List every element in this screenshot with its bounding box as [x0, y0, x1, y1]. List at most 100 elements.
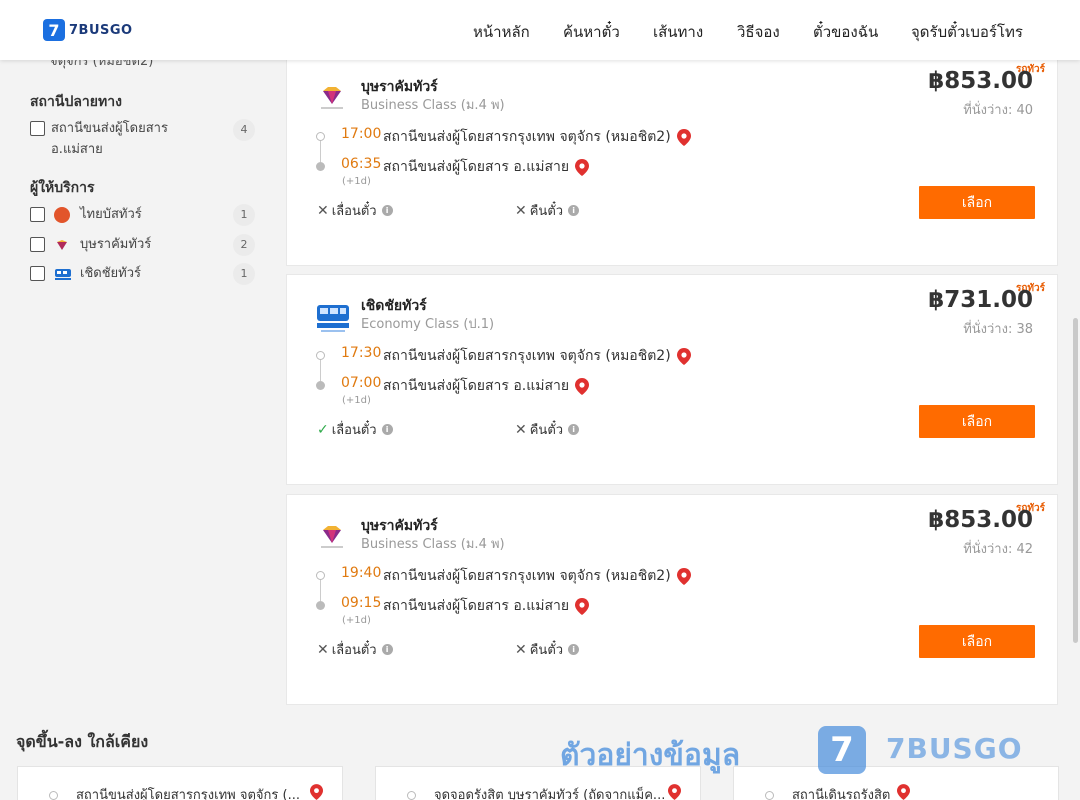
destination-checkbox[interactable] [30, 121, 45, 136]
nav-my-tickets[interactable]: ตั๋วของฉัน [813, 20, 878, 44]
nearby-stop-card[interactable]: สถานีขนส่งผู้โดยสารกรุงเทพ จตุจักร (... [17, 766, 343, 800]
plus-day-label: (+1d) [342, 395, 371, 406]
seats-available: ที่นั่งว่าง: 38 [963, 322, 1033, 337]
operator-count-badge: 1 [233, 263, 255, 285]
refund-label: คืนตั๋ว [529, 204, 564, 219]
cherdchai-logo-icon [54, 266, 71, 282]
arrival-time: 06:35 [341, 156, 382, 172]
operator-filter-title: ผู้ให้บริการ [30, 180, 95, 196]
operator-filter-item[interactable]: เชิดชัยทัวร์ 1 [30, 263, 255, 287]
info-icon[interactable]: i [568, 644, 580, 655]
departure-station-label: สถานีขนส่งผู้โดยสารกรุงเทพ จตุจักร (หมอช… [383, 348, 671, 364]
map-pin-icon[interactable] [310, 784, 323, 800]
info-icon[interactable]: i [381, 644, 393, 655]
trip-price: ฿853.00 [928, 507, 1033, 533]
arrival-station[interactable]: สถานีขนส่งผู้โดยสาร อ.แม่สาย [383, 595, 590, 617]
map-pin-icon[interactable] [575, 597, 590, 615]
info-icon[interactable]: i [381, 424, 393, 435]
page-scrollbar[interactable] [1073, 318, 1078, 643]
info-icon[interactable]: i [568, 205, 580, 216]
nav-ticket-pickup[interactable]: จุดรับตั๋วเบอร์โทร [911, 20, 1023, 44]
departure-dot-icon [316, 571, 325, 580]
map-pin-icon[interactable] [897, 784, 910, 800]
trip-card: รถทัวร์ เชิดชัยทัวร์ Economy Class (ป.1)… [286, 274, 1058, 485]
nearby-stop-label: สถานีขนส่งผู้โดยสารกรุงเทพ จตุจักร (... [76, 788, 300, 800]
trip-price: ฿853.00 [928, 68, 1033, 94]
bus-class: Business Class (ม.4 พ) [361, 98, 505, 113]
operator-checkbox[interactable] [30, 266, 45, 281]
departure-time: 17:30 [341, 345, 382, 361]
nav-how-to-book[interactable]: วิธีจอง [737, 20, 780, 44]
budsarakham-logo-icon [54, 237, 70, 253]
refund-policy: ✕ คืนตั๋ว i [515, 419, 580, 440]
site-logo[interactable]: 7 7BUSGO [43, 19, 133, 41]
refund-label: คืนตั๋ว [529, 423, 564, 438]
destination-filter-item[interactable]: สถานีขนส่งผู้โดยสาร อ.แม่สาย 4 [30, 118, 255, 162]
nav-home[interactable]: หน้าหลัก [473, 20, 530, 44]
map-pin-icon[interactable] [676, 128, 691, 146]
reschedule-policy: ✕ เลื่อนตั๋ว i [317, 639, 393, 660]
bus-class: Economy Class (ป.1) [361, 317, 495, 332]
operator-filter-item[interactable]: บุษราคัมทัวร์ 2 [30, 234, 255, 258]
departure-station[interactable]: สถานีขนส่งผู้โดยสารกรุงเทพ จตุจักร (หมอช… [383, 126, 691, 148]
select-trip-button[interactable]: เลือก [919, 405, 1035, 438]
arrival-station[interactable]: สถานีขนส่งผู้โดยสาร อ.แม่สาย [383, 156, 590, 178]
seats-available: ที่นั่งว่าง: 42 [963, 542, 1033, 557]
operator-label: ไทยบัสทัวร์ [80, 207, 142, 222]
seats-available: ที่นั่งว่าง: 40 [963, 103, 1033, 118]
destination-label-line2: อ.แม่สาย [51, 142, 103, 157]
select-trip-button[interactable]: เลือก [919, 625, 1035, 658]
map-pin-icon[interactable] [668, 784, 681, 800]
diamond-logo-icon [315, 519, 349, 553]
cross-icon: ✕ [515, 641, 527, 658]
arrival-time: 07:00 [341, 375, 382, 391]
nearby-stop-card[interactable]: สถานีเดินรถรังสิต [733, 766, 1059, 800]
operator-checkbox[interactable] [30, 207, 45, 222]
select-trip-button[interactable]: เลือก [919, 186, 1035, 219]
map-pin-icon[interactable] [575, 377, 590, 395]
map-pin-icon[interactable] [575, 158, 590, 176]
info-icon[interactable]: i [568, 424, 580, 435]
trip-card: รถทัวร์ บุษราคัมทัวร์ Business Class (ม.… [286, 494, 1058, 705]
cross-icon: ✕ [515, 202, 527, 219]
departure-station-label: สถานีขนส่งผู้โดยสารกรุงเทพ จตุจักร (หมอช… [383, 568, 671, 584]
operator-filter-item[interactable]: ไทยบัสทัวร์ 1 [30, 204, 255, 228]
departure-dot-icon [316, 351, 325, 360]
reschedule-label: เลื่อนตั๋ว [331, 204, 377, 219]
plus-day-label: (+1d) [342, 615, 371, 626]
map-pin-icon[interactable] [676, 347, 691, 365]
trip-card: รถทัวร์ บุษราคัมทัวร์ Business Class (ม.… [286, 55, 1058, 266]
cross-icon: ✕ [317, 202, 329, 219]
reschedule-policy: ✕ เลื่อนตั๋ว i [317, 200, 393, 221]
watermark-logo: 7BUSGO [886, 732, 1023, 765]
departure-time: 19:40 [341, 565, 382, 581]
nav-routes[interactable]: เส้นทาง [653, 20, 703, 44]
operator-checkbox[interactable] [30, 237, 45, 252]
refund-policy: ✕ คืนตั๋ว i [515, 639, 580, 660]
arrival-station-label: สถานีขนส่งผู้โดยสาร อ.แม่สาย [383, 159, 570, 175]
diamond-logo-icon [315, 80, 349, 114]
refund-label: คืนตั๋ว [529, 643, 564, 658]
stop-dot-icon [49, 791, 58, 800]
logo-text: 7BUSGO [69, 22, 133, 38]
top-header: 7 7BUSGO หน้าหลัก ค้นหาตั๋ว เส้นทาง วิธี… [0, 0, 1080, 60]
arrival-station[interactable]: สถานีขนส่งผู้โดยสาร อ.แม่สาย [383, 375, 590, 397]
departure-station[interactable]: สถานีขนส่งผู้โดยสารกรุงเทพ จตุจักร (หมอช… [383, 345, 691, 367]
departure-station[interactable]: สถานีขนส่งผู้โดยสารกรุงเทพ จตุจักร (หมอช… [383, 565, 691, 587]
nav-search-ticket[interactable]: ค้นหาตั๋ว [563, 20, 620, 44]
thaibus-logo-icon [54, 207, 70, 223]
departure-station-label: สถานีขนส่งผู้โดยสารกรุงเทพ จตุจักร (หมอช… [383, 129, 671, 145]
nearby-stops-title: จุดขึ้น-ลง ใกล้เคียง [16, 732, 149, 751]
check-icon: ✓ [317, 421, 329, 438]
reschedule-label: เลื่อนตั๋ว [331, 423, 377, 438]
trip-price: ฿731.00 [928, 287, 1033, 313]
map-pin-icon[interactable] [676, 567, 691, 585]
refund-policy: ✕ คืนตั๋ว i [515, 200, 580, 221]
arrival-dot-icon [316, 162, 325, 171]
arrival-station-label: สถานีขนส่งผู้โดยสาร อ.แม่สาย [383, 378, 570, 394]
reschedule-label: เลื่อนตั๋ว [331, 643, 377, 658]
departure-dot-icon [316, 132, 325, 141]
nearby-stop-label: จุดจอดรังสิต บุษราคัมทัวร์ (ถัดจากแม็ค..… [434, 788, 664, 800]
info-icon[interactable]: i [381, 205, 393, 216]
plus-day-label: (+1d) [342, 176, 371, 187]
